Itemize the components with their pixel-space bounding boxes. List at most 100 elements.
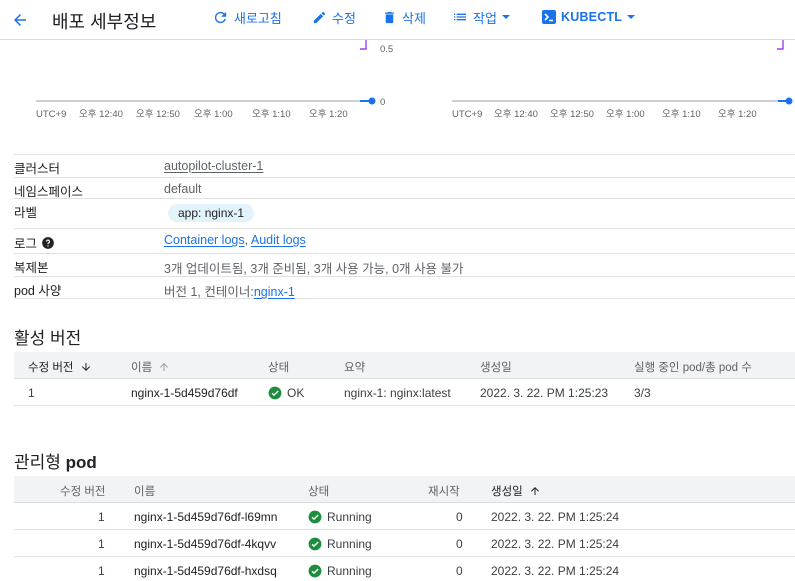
- col-name[interactable]: 이름: [134, 483, 155, 499]
- detail-row-namespace: 네임스페이스 default: [14, 177, 795, 199]
- cell-restarts: 0: [456, 564, 463, 578]
- cell-restarts: 0: [456, 537, 463, 551]
- chart-1-xtick-1: 오후 12:40: [79, 109, 123, 120]
- cell-status: Running: [308, 564, 372, 578]
- edit-label: 수정: [332, 10, 356, 26]
- table-row[interactable]: 1 nginx-1-5d459d76df-4kqvv Running 0 202…: [14, 530, 795, 557]
- col-created[interactable]: 생성일: [480, 359, 512, 375]
- cluster-link[interactable]: autopilot-cluster-1: [164, 159, 263, 173]
- chart-2-threshold-marker: [777, 40, 784, 50]
- label-chip: app: nginx-1: [168, 204, 255, 222]
- managed-pods-title-bold: pod: [65, 453, 97, 472]
- list-icon: [454, 13, 466, 21]
- detail-row-podspec: pod 사양 버전 1, 컨테이너:nginx-1: [14, 276, 795, 299]
- detail-row-logs: 로그 Container logs, Audit logs: [14, 228, 795, 253]
- cell-revision: 1: [98, 537, 105, 551]
- check-circle-icon: [308, 564, 322, 578]
- check-circle-icon: [268, 386, 282, 400]
- table-row[interactable]: 1 nginx-1-5d459d76df-hxdsq Running 0 202…: [14, 557, 795, 581]
- cluster-label: 클러스터: [14, 162, 61, 176]
- arrow-back-icon: [14, 14, 26, 26]
- active-versions-title: 활성 버전: [14, 329, 82, 348]
- col-status[interactable]: 상태: [308, 483, 329, 499]
- delete-button[interactable]: 삭제: [382, 8, 426, 26]
- chart-memory: UTC+9 오후 12:40 오후 12:50 오후 1:00 오후 1:10 …: [452, 40, 795, 125]
- caret-down-icon: [627, 15, 636, 19]
- col-revision[interactable]: 수정 버전: [28, 359, 92, 375]
- detail-row-labels: 라벨 app: nginx-1: [14, 198, 795, 228]
- edit-button[interactable]: 수정: [312, 8, 356, 26]
- col-pods[interactable]: 실행 중인 pod/총 pod 수: [634, 359, 752, 375]
- cell-name: nginx-1-5d459d76df-4kqvv: [134, 537, 277, 551]
- logs-value: Container logs, Audit logs: [164, 233, 306, 247]
- status-text: Running: [327, 510, 372, 524]
- cell-pods: 3/3: [634, 386, 651, 400]
- cell-status: OK: [268, 386, 304, 400]
- status-text: Running: [327, 537, 372, 551]
- managed-pods-table: 수정 버전 이름 상태 재시작 생성일 1 nginx-1-5d459d76df…: [14, 476, 795, 581]
- cell-created: 2022. 3. 22. PM 1:25:24: [491, 510, 620, 524]
- col-name[interactable]: 이름: [131, 359, 170, 375]
- col-created[interactable]: 생성일: [491, 483, 541, 499]
- col-summary[interactable]: 요약: [344, 359, 365, 375]
- labels-value-wrap: app: nginx-1: [168, 204, 255, 222]
- arrow-up-icon: [160, 363, 169, 371]
- chart-2-xtick-0: UTC+9: [452, 109, 482, 120]
- arrow-up-icon: [530, 487, 539, 495]
- logs-label: 로그: [14, 237, 38, 251]
- chart-1-series-point[interactable]: [368, 97, 376, 105]
- table-row[interactable]: 1 nginx-1-5d459d76df-l69mn Running 0 202…: [14, 503, 795, 530]
- chart-2-xtick-5: 오후 1:20: [718, 109, 757, 120]
- cell-created: 2022. 3. 22. PM 1:25:24: [491, 537, 620, 551]
- chart-1-xtick-3: 오후 1:00: [194, 109, 233, 120]
- col-name-label: 이름: [131, 362, 153, 374]
- chart-2-xtick-2: 오후 12:50: [550, 109, 594, 120]
- col-restarts[interactable]: 재시작: [428, 483, 460, 499]
- actions-menu-button[interactable]: 작업: [452, 8, 516, 26]
- chart-2-xtick-4: 오후 1:10: [662, 109, 701, 120]
- container-link[interactable]: nginx-1: [254, 285, 295, 299]
- help-icon[interactable]: [41, 236, 55, 250]
- managed-pods-title: 관리형 pod: [14, 448, 97, 473]
- col-created-label: 생성일: [491, 486, 523, 498]
- kubectl-menu-button[interactable]: KUBECTL: [542, 8, 641, 26]
- detail-row-replicas: 복제본 3개 업데이트됨, 3개 준비됨, 3개 사용 가능, 0개 사용 불가: [14, 253, 795, 276]
- col-revision[interactable]: 수정 버전: [60, 483, 106, 499]
- chart-1-xtick-0: UTC+9: [36, 109, 66, 120]
- chart-1-xtick-5: 오후 1:20: [309, 109, 348, 120]
- detail-row-cluster: 클러스터 autopilot-cluster-1: [14, 154, 795, 177]
- cell-summary: nginx-1: nginx:latest: [344, 386, 451, 400]
- arrow-down-icon: [81, 363, 90, 371]
- cell-name: nginx-1-5d459d76df-hxdsq: [134, 564, 277, 578]
- cell-revision: 1: [28, 386, 35, 400]
- cell-created: 2022. 3. 22. PM 1:25:24: [491, 564, 620, 578]
- cell-revision: 1: [98, 510, 105, 524]
- audit-logs-link[interactable]: Audit logs: [251, 233, 306, 247]
- status-text: OK: [287, 386, 305, 400]
- replicas-value: 3개 업데이트됨, 3개 준비됨, 3개 사용 가능, 0개 사용 불가: [164, 262, 464, 276]
- managed-pods-header: 수정 버전 이름 상태 재시작 생성일: [14, 476, 795, 503]
- chart-2-xtick-3: 오후 1:00: [606, 109, 645, 120]
- active-versions-header: 수정 버전 이름 상태 요약 생성일 실행 중인 pod/총 pod 수: [14, 352, 795, 379]
- chart-2-series-point[interactable]: [785, 97, 793, 105]
- podspec-prefix: 버전 1, 컨테이너:: [164, 285, 254, 299]
- chart-1-ytick-0: 0.5: [380, 44, 393, 55]
- table-row[interactable]: 1 nginx-1-5d459d76df OK nginx-1: nginx:l…: [14, 379, 795, 406]
- container-logs-link[interactable]: Container logs: [164, 233, 245, 247]
- podspec-value: 버전 1, 컨테이너:nginx-1: [164, 281, 295, 300]
- chart-1-xtick-2: 오후 12:50: [136, 109, 180, 120]
- managed-pods-title-prefix: 관리형: [14, 453, 61, 472]
- check-circle-icon: [308, 537, 322, 551]
- cell-restarts: 0: [456, 510, 463, 524]
- trash-icon: [385, 11, 394, 23]
- toolbar: 배포 세부정보 새로고침 수정 삭제 작업 KUBECTL: [0, 0, 795, 40]
- refresh-button[interactable]: 새로고침: [212, 8, 282, 26]
- replicas-label: 복제본: [14, 261, 49, 275]
- active-versions-table: 수정 버전 이름 상태 요약 생성일 실행 중인 pod/총 pod 수 1 n…: [14, 352, 795, 406]
- chart-2-svg: UTC+9 오후 12:40 오후 12:50 오후 1:00 오후 1:10 …: [452, 40, 793, 120]
- labels-label: 라벨: [14, 206, 38, 220]
- back-button[interactable]: [6, 6, 34, 34]
- delete-label: 삭제: [402, 10, 426, 26]
- podspec-label: pod 사양: [14, 284, 62, 298]
- col-status[interactable]: 상태: [268, 359, 289, 375]
